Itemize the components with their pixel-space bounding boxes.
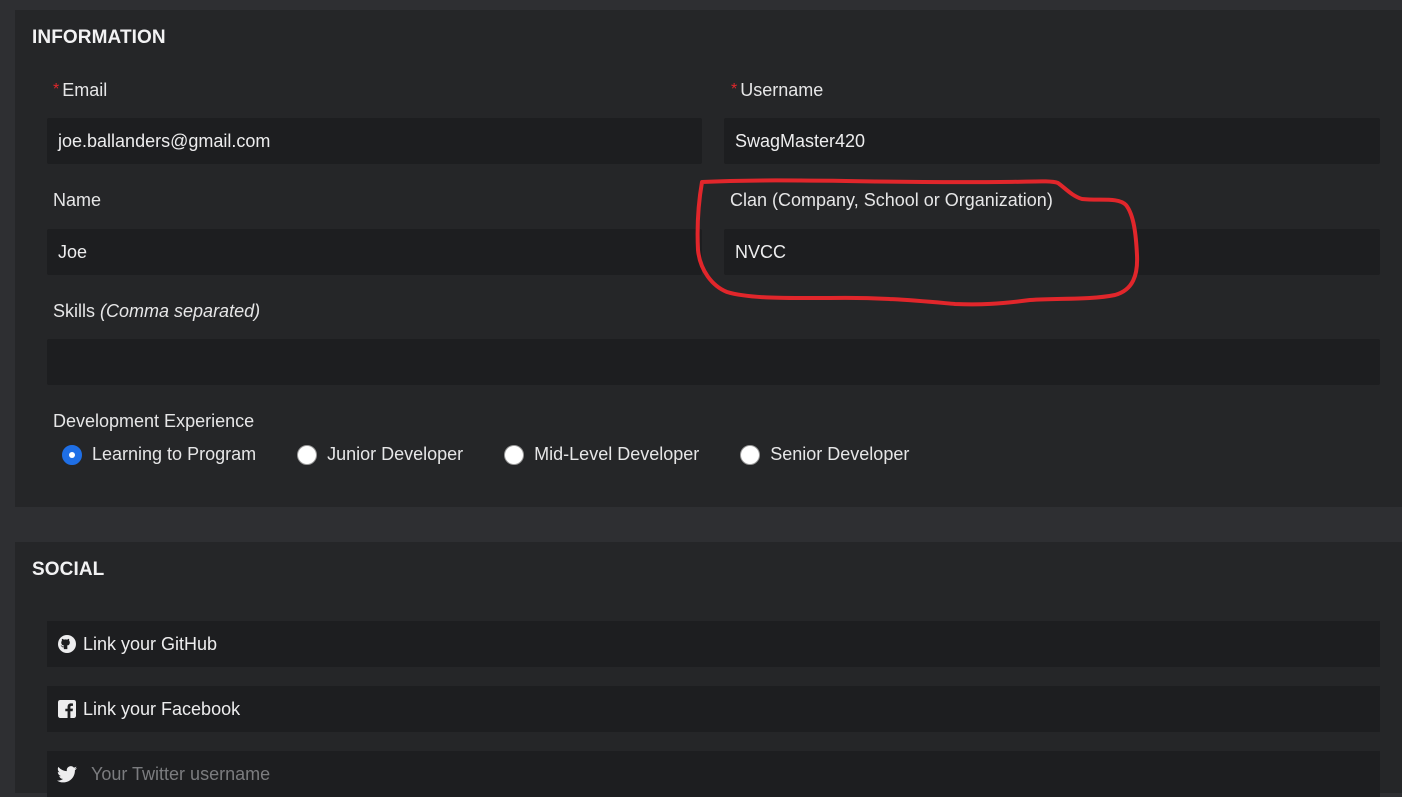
link-github-button[interactable]: Link your GitHub <box>47 621 1380 667</box>
email-label: * Email <box>53 80 108 100</box>
email-field[interactable]: joe.ballanders@gmail.com <box>47 118 702 164</box>
radio-checked-icon[interactable] <box>62 444 82 465</box>
information-section-title: INFORMATION <box>32 27 166 48</box>
clan-label: Clan (Company, School or Organization) <box>730 190 1053 210</box>
radio-unchecked-icon[interactable] <box>504 444 525 465</box>
social-panel: SOCIAL Link your GitHub Link your Facebo… <box>15 542 1402 797</box>
username-label: * Username <box>731 80 824 100</box>
radio-junior-developer[interactable]: Junior Developer <box>297 444 463 465</box>
required-marker: * <box>731 81 738 98</box>
link-facebook-button[interactable]: Link your Facebook <box>47 686 1380 732</box>
radio-unchecked-icon[interactable] <box>297 444 318 465</box>
development-experience-radio-group: Learning to Program Junior Developer Mid… <box>48 444 909 465</box>
development-experience-label: Development Experience <box>53 411 255 431</box>
facebook-icon <box>57 699 77 719</box>
radio-mid-level-developer[interactable]: Mid-Level Developer <box>504 444 699 465</box>
skills-hint: (Comma separated) <box>100 301 261 321</box>
github-icon <box>57 634 77 654</box>
required-marker: * <box>53 81 60 98</box>
twitter-username-input[interactable]: Your Twitter username <box>47 751 1380 797</box>
radio-unchecked-icon[interactable] <box>740 444 761 465</box>
social-section-title: SOCIAL <box>32 559 105 580</box>
name-label: Name <box>53 190 102 210</box>
clan-field[interactable]: NVCC <box>724 229 1380 275</box>
twitter-icon <box>57 764 77 784</box>
skills-label: Skills (Comma separated) <box>53 301 261 321</box>
radio-senior-developer[interactable]: Senior Developer <box>740 444 909 465</box>
name-field[interactable]: Joe <box>47 229 702 275</box>
skills-field[interactable] <box>47 339 1380 385</box>
username-field[interactable]: SwagMaster420 <box>724 118 1380 164</box>
radio-learning-to-program[interactable]: Learning to Program <box>62 444 256 465</box>
